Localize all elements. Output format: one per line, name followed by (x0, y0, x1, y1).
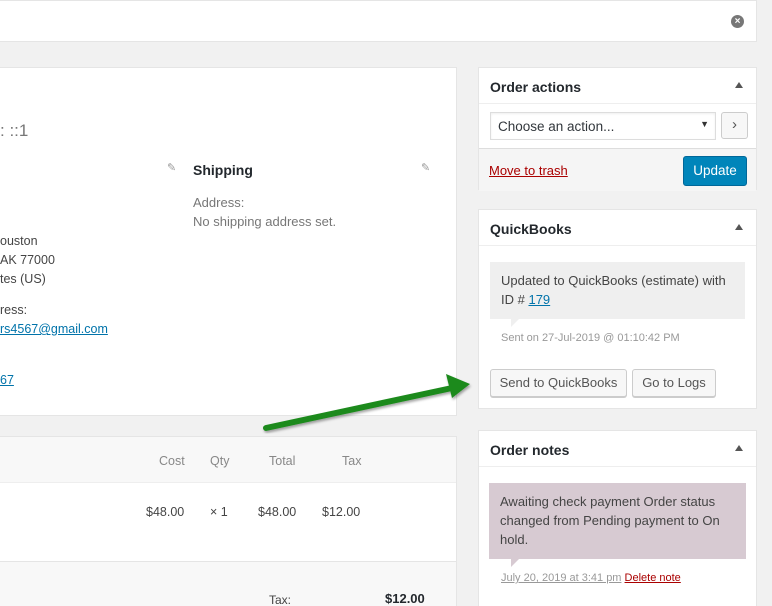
annotation-arrow-icon (263, 374, 470, 431)
